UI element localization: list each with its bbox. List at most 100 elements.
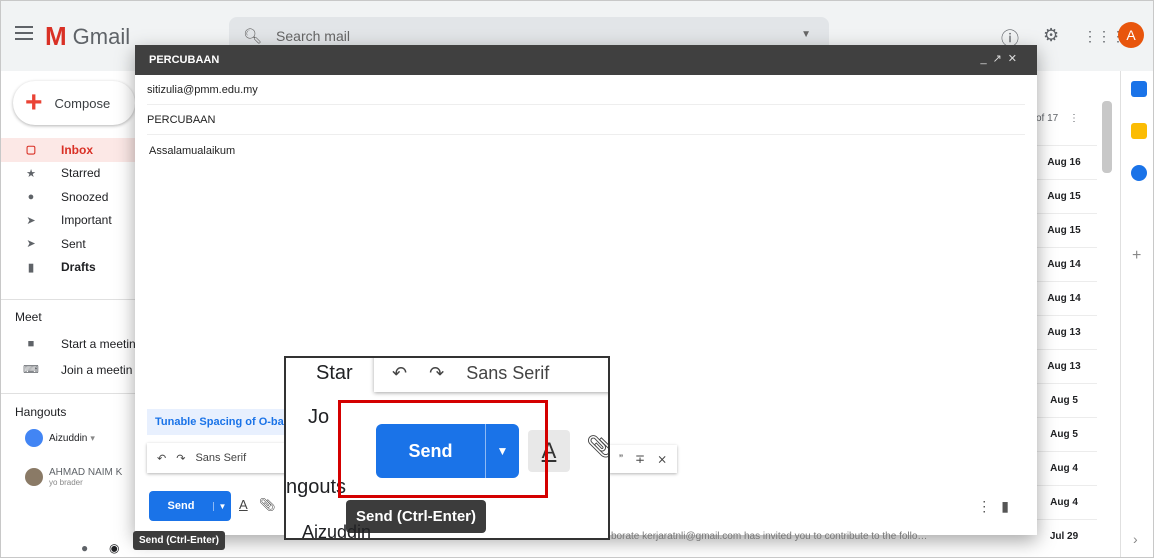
quote-icon[interactable]: ” bbox=[619, 452, 623, 466]
fullscreen-icon[interactable]: ↗ bbox=[993, 53, 1008, 65]
undo-icon[interactable]: ↶ bbox=[392, 363, 407, 384]
send-button[interactable]: Send ▼ bbox=[149, 491, 231, 521]
person-icon[interactable]: ● bbox=[81, 541, 88, 555]
more-options-icon[interactable]: ⋮ bbox=[977, 498, 1001, 514]
meet-title: Meet bbox=[15, 310, 42, 324]
attach-icon[interactable]: 📎︎ bbox=[586, 434, 608, 460]
search-input[interactable]: Search mail bbox=[276, 28, 350, 44]
inbox-icon: ▢ bbox=[25, 144, 37, 157]
zoom-font-select[interactable]: Sans Serif bbox=[466, 363, 549, 384]
message-date[interactable]: Aug 16 bbox=[1031, 145, 1097, 179]
divider bbox=[1, 393, 151, 394]
send-tooltip: Send (Ctrl-Enter) bbox=[133, 531, 225, 550]
message-date[interactable]: Aug 14 bbox=[1031, 281, 1097, 315]
important-icon: ➤ bbox=[26, 214, 36, 227]
message-date[interactable]: Aug 4 bbox=[1031, 485, 1097, 519]
message-date[interactable]: Jul 29 bbox=[1031, 519, 1097, 553]
message-date[interactable]: Aug 13 bbox=[1031, 315, 1097, 349]
sidebar-nav: ▢ Inbox ★ Starred ● Snoozed ➤ Important … bbox=[1, 138, 151, 279]
message-date[interactable]: Aug 4 bbox=[1031, 451, 1097, 485]
keyboard-icon: ⌨ bbox=[23, 364, 39, 377]
tasks-icon[interactable] bbox=[1131, 165, 1147, 181]
window-controls: _↗✕ bbox=[980, 52, 1023, 65]
app-name: Gmail bbox=[72, 23, 131, 49]
sidebar-item-label: Inbox bbox=[61, 142, 93, 157]
extra-format-toolbar: ” ∓ ⨯ bbox=[609, 445, 678, 473]
divider bbox=[1, 299, 151, 300]
chevron-down-icon[interactable]: ▾ bbox=[90, 433, 95, 444]
hangouts-contact[interactable]: AHMAD NAIM K yo brader bbox=[25, 467, 122, 487]
redo-icon[interactable]: ↷ bbox=[429, 363, 444, 384]
sidebar-item-label: Sent bbox=[61, 236, 86, 251]
zoom-join-text: Jo bbox=[308, 406, 330, 428]
chat-icon[interactable]: ◉ bbox=[109, 541, 119, 555]
clear-format-icon[interactable]: ⨯ bbox=[657, 452, 667, 466]
draft-icon: ▮ bbox=[27, 261, 35, 274]
message-date[interactable]: Aug 13 bbox=[1031, 349, 1097, 383]
to-field[interactable]: sitizulia@pmm.edu.my bbox=[147, 75, 1025, 105]
compose-title: PERCUBAAN bbox=[149, 54, 220, 66]
undo-icon[interactable]: ↶ bbox=[157, 452, 166, 465]
hangouts-user[interactable]: Aizuddin ▾ bbox=[25, 429, 95, 447]
settings-icon[interactable]: ⚙ bbox=[1043, 25, 1059, 46]
search-options-icon[interactable]: ▼ bbox=[801, 29, 811, 40]
message-date[interactable]: Aug 14 bbox=[1031, 247, 1097, 281]
redo-icon[interactable]: ↷ bbox=[176, 452, 185, 465]
sidebar-item-important[interactable]: ➤ Important bbox=[1, 209, 151, 233]
gmail-m-icon: M bbox=[45, 21, 67, 51]
send-label: Send bbox=[167, 500, 195, 512]
scrollbar[interactable] bbox=[1102, 101, 1112, 173]
zoom-start-text: Star bbox=[316, 362, 353, 384]
sidebar-item-label: Start a meetin bbox=[61, 336, 136, 351]
gmail-logo[interactable]: M Gmail bbox=[45, 21, 130, 52]
minimize-icon[interactable]: _ bbox=[980, 53, 992, 65]
strikethrough-icon[interactable]: ∓ bbox=[635, 452, 645, 466]
chevron-right-icon[interactable]: › bbox=[1133, 531, 1149, 547]
font-select[interactable]: Sans Serif bbox=[195, 452, 246, 464]
sidebar-item-inbox[interactable]: ▢ Inbox bbox=[1, 138, 151, 162]
calendar-icon[interactable] bbox=[1131, 81, 1147, 97]
sidebar-item-label: Important bbox=[61, 213, 112, 228]
search-icon[interactable]: 🔍︎ bbox=[243, 27, 262, 45]
message-body[interactable]: Assalamualaikum bbox=[149, 145, 235, 157]
zoom-format-toolbar: ↶ ↷ Sans Serif bbox=[374, 358, 608, 392]
sidebar-item-sent[interactable]: ➤ Sent bbox=[1, 232, 151, 256]
message-date[interactable]: Aug 5 bbox=[1031, 417, 1097, 451]
text-format-icon[interactable]: A bbox=[239, 497, 248, 512]
zoom-user-text: Aizuddin bbox=[302, 522, 372, 540]
menu-icon[interactable] bbox=[15, 26, 33, 40]
join-meeting-item[interactable]: ⌨ Join a meetin bbox=[1, 358, 151, 382]
sidebar-item-label: Join a meetin bbox=[61, 362, 133, 377]
message-date[interactable]: Aug 15 bbox=[1031, 179, 1097, 213]
send-options-icon[interactable]: ▼ bbox=[213, 501, 231, 511]
message-snippet: …borate kerjaratnli@gmail.com has invite… bbox=[601, 531, 928, 542]
suggestion-chip[interactable]: Tunable Spacing of O-ba bbox=[147, 409, 287, 435]
sidebar-item-snoozed[interactable]: ● Snoozed bbox=[1, 185, 151, 209]
subject-field[interactable]: PERCUBAAN bbox=[147, 105, 1025, 135]
attach-icon[interactable]: 📎︎ bbox=[259, 497, 276, 513]
plus-icon: + bbox=[25, 86, 43, 119]
star-icon: ★ bbox=[26, 167, 36, 180]
keep-icon[interactable] bbox=[1131, 123, 1147, 139]
sidebar-item-drafts[interactable]: ▮ Drafts bbox=[1, 256, 151, 280]
more-options-icon[interactable]: ⋮ bbox=[1069, 113, 1079, 124]
compose-header[interactable]: PERCUBAAN bbox=[135, 45, 1037, 75]
compose-button[interactable]: + Compose bbox=[13, 81, 135, 125]
trash-icon[interactable]: ▮ bbox=[1001, 498, 1019, 514]
close-icon[interactable]: ✕ bbox=[1008, 53, 1023, 65]
hangouts-user-name: Aizuddin bbox=[49, 432, 88, 444]
avatar bbox=[25, 429, 43, 447]
message-date[interactable]: Aug 5 bbox=[1031, 383, 1097, 417]
hangouts-title: Hangouts bbox=[15, 405, 67, 419]
start-meeting-item[interactable]: ■ Start a meetin bbox=[1, 332, 151, 356]
avatar bbox=[25, 468, 43, 486]
sidebar-item-label: Drafts bbox=[61, 260, 96, 275]
send-icon: ➤ bbox=[26, 238, 36, 251]
add-addon-icon[interactable]: + bbox=[1132, 247, 1148, 264]
page-info: of 17 bbox=[1036, 113, 1059, 124]
hangouts-contact-name: AHMAD NAIM K bbox=[49, 467, 123, 478]
account-avatar[interactable]: A bbox=[1118, 22, 1144, 48]
message-date[interactable]: Aug 15 bbox=[1031, 213, 1097, 247]
sidebar-item-label: Starred bbox=[61, 166, 101, 181]
sidebar-item-starred[interactable]: ★ Starred bbox=[1, 162, 151, 186]
